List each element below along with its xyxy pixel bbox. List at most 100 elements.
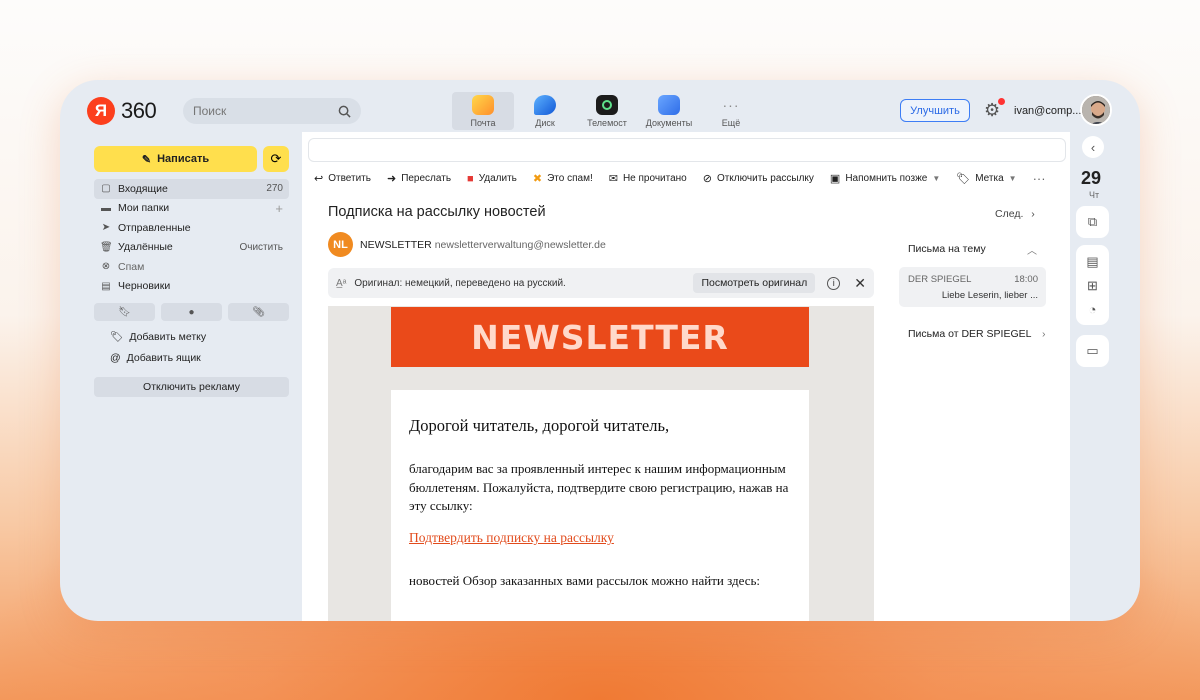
logo-text: 360 (121, 98, 157, 123)
folder-label: Мои папки (118, 202, 170, 215)
grid-icon[interactable]: ⊞ (1087, 278, 1098, 294)
pie-chart-icon[interactable]: ◔ (1089, 302, 1097, 317)
chevron-down-icon: ▼ (932, 174, 941, 183)
app-telemost[interactable]: Телемост (576, 92, 638, 130)
chevron-down-icon: ▼ (1008, 174, 1017, 183)
app-label: Ещё (721, 118, 741, 128)
search-icon[interactable] (338, 105, 351, 118)
refresh-button[interactable]: ⟳ (263, 146, 289, 172)
spam-button[interactable]: ✖ Это спам! (533, 172, 593, 185)
upgrade-button[interactable]: Улучшить (900, 99, 970, 122)
telemost-icon: ⧉ (1087, 214, 1098, 229)
close-icon[interactable]: ✕ (854, 275, 866, 292)
rail-tools-group: ▤ ⊞ ◔ (1076, 245, 1109, 325)
user-avatar[interactable] (1080, 94, 1112, 126)
user-email[interactable]: ivan@comp... (1014, 105, 1081, 117)
app-mail[interactable]: Почта (452, 92, 514, 130)
message-card: Дорогой читатель, дорогой читатель, благ… (391, 390, 809, 621)
more-button[interactable]: ··· (1033, 171, 1046, 186)
app-disk[interactable]: Диск (514, 92, 576, 130)
confirm-subscription-link[interactable]: Подтвердить подписку на рассылку (409, 530, 614, 546)
sender-letters-link[interactable]: Письма от DER SPIEGEL › (908, 328, 1046, 340)
thread-item[interactable]: DER SPIEGEL 18:00 Liebe Leserin, lieber … (899, 267, 1046, 307)
toolbar-label: Переслать (401, 173, 452, 184)
newsletter-banner: NEWSLETTER (391, 307, 809, 367)
inbox-icon: ▢ (101, 183, 111, 195)
rail-button-notes[interactable]: ⧉ (1076, 206, 1109, 238)
label-button[interactable]: 🏷︎ Метка ▼ (956, 172, 1016, 185)
folder-inbox[interactable]: ▢ Входящие 270 (94, 179, 289, 199)
filter-attachments[interactable]: 📎︎ (228, 303, 289, 321)
folder-label: Спам (118, 260, 145, 273)
folder-count: 270 (266, 183, 283, 195)
task-icon: ▭ (1086, 343, 1099, 358)
toolbar-label: Удалить (478, 173, 517, 184)
folder-spam[interactable]: ⊗ Спам (94, 257, 289, 277)
chevron-left-icon: ‹ (1090, 139, 1096, 155)
toolbar-label: Отключить рассылку (716, 173, 814, 184)
mark-unread-button[interactable]: ✉ Не прочитано (609, 172, 687, 185)
disable-ads-button[interactable]: Отключить рекламу (94, 377, 289, 397)
folder-drafts[interactable]: ▤ Черновики (94, 277, 289, 297)
message-body: NEWSLETTER Дорогой читатель, дорогой чит… (328, 306, 874, 621)
folder-trash[interactable]: 🗑 Удалённые Очистить (94, 238, 289, 258)
unsubscribe-button[interactable]: ⊘ Отключить рассылку (703, 172, 814, 185)
calendar-weekday: Чт (1089, 190, 1100, 200)
chevron-right-icon: › (1042, 328, 1046, 340)
message-search-field[interactable] (308, 138, 1066, 162)
search-bar[interactable] (183, 98, 361, 124)
sender-email: newsletterverwaltung@newsletter.de (434, 239, 606, 251)
folder-label: Входящие (118, 182, 168, 195)
rail-button-tasks[interactable]: ▭ (1076, 335, 1109, 367)
thread-item-sender: DER SPIEGEL (908, 274, 972, 285)
notification-dot (998, 98, 1005, 105)
sender-line[interactable]: NEWSLETTER newsletterverwaltung@newslett… (360, 239, 606, 251)
view-original-button[interactable]: Посмотреть оригинал (693, 273, 816, 293)
yandex-360-logo[interactable]: Я 360 (87, 97, 157, 125)
app-documents[interactable]: Документы (638, 92, 700, 130)
message-pane: ↩ Ответить ➜ Переслать ■ Удалить ✖ Это спам!… (302, 132, 1070, 621)
spam-icon: ⊗ (101, 261, 111, 273)
toolbar-label: Ответить (328, 173, 371, 184)
greeting: Дорогой читатель, дорогой читатель, (409, 416, 670, 435)
compose-button[interactable]: ✎ Написать (94, 146, 257, 172)
body-paragraph-1: благодарим вас за проявленный интерес к … (409, 461, 789, 513)
sent-icon: ➤ (101, 222, 111, 234)
reply-icon: ↩ (314, 173, 324, 185)
delete-button[interactable]: ■ Удалить (467, 173, 517, 185)
paperclip-icon: 📎︎ (252, 306, 265, 318)
mail-window: Я 360 Почта Диск Телемост Документы ··· … (60, 80, 1140, 621)
remind-later-button[interactable]: ▣ Напомнить позже ▼ (830, 172, 940, 185)
filter-bookmark[interactable]: 🔖︎ (94, 303, 155, 321)
reply-button[interactable]: ↩ Ответить (314, 172, 371, 185)
chevron-right-icon: › (1031, 208, 1035, 220)
folder-list: ▢ Входящие 270 ▬ Мои папки + ➤ Отправлен… (94, 179, 289, 296)
add-label-link[interactable]: 🏷︎ Добавить метку (110, 330, 206, 344)
add-folder-button[interactable]: + (275, 201, 283, 216)
mail-app-icon (472, 95, 494, 115)
search-input[interactable] (193, 104, 313, 118)
next-message-link[interactable]: След. › (995, 208, 1035, 220)
message-toolbar: ↩ Ответить ➜ Переслать ■ Удалить ✖ Это спам!… (314, 171, 1046, 186)
folder-my-folders[interactable]: ▬ Мои папки + (94, 199, 289, 219)
chevron-up-icon[interactable]: ︿ (1027, 242, 1037, 257)
app-more[interactable]: ··· Ещё (700, 92, 762, 130)
document-icon[interactable]: ▤ (1086, 254, 1098, 270)
message-subject: Подписка на рассылку новостей (328, 204, 546, 220)
filter-unread[interactable]: ● (161, 303, 222, 321)
at-icon: @ (110, 352, 121, 364)
next-label: След. (995, 208, 1024, 220)
add-mailbox-text: Добавить ящик (126, 352, 201, 364)
collapse-rail-button[interactable]: ‹ (1082, 136, 1104, 158)
folder-sent[interactable]: ➤ Отправленные (94, 218, 289, 238)
calendar-day[interactable]: 29 (1081, 168, 1101, 189)
more-dots-icon: ··· (1032, 171, 1046, 186)
folder-label: Отправленные (118, 221, 191, 234)
clear-trash-button[interactable]: Очистить (239, 242, 283, 253)
add-mailbox-link[interactable]: @ Добавить ящик (110, 352, 201, 364)
forward-button[interactable]: ➜ Переслать (387, 172, 451, 185)
app-label: Почта (470, 118, 496, 128)
thread-item-time: 18:00 (1014, 274, 1038, 285)
documents-app-icon (658, 95, 680, 115)
info-icon[interactable]: i (827, 276, 841, 290)
